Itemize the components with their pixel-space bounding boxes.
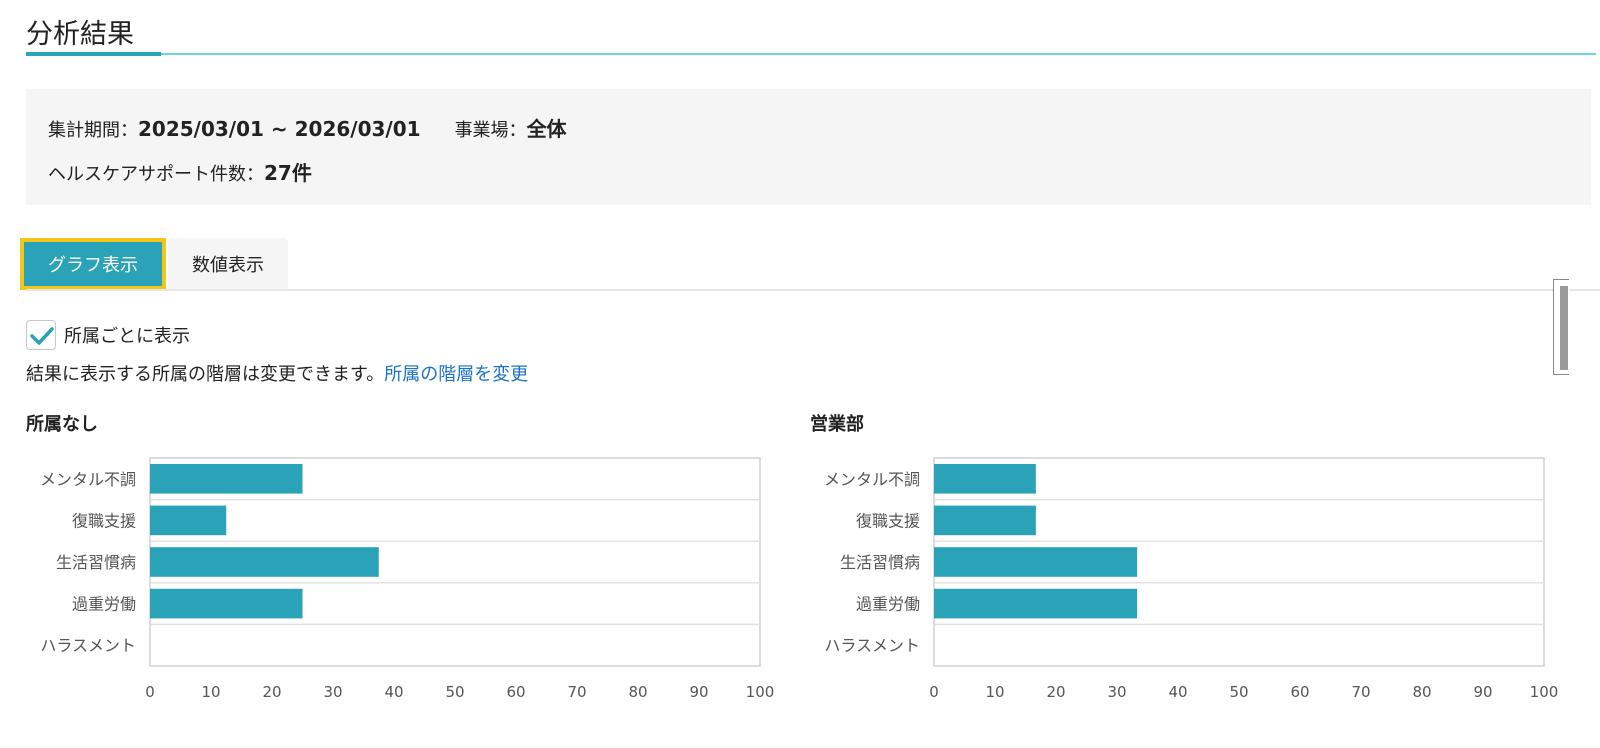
x-tick-label: 70 (567, 683, 586, 701)
x-tick-label: 90 (689, 683, 708, 701)
site-value: 全体 (526, 117, 567, 141)
side-scroll-handle[interactable] (1553, 279, 1569, 375)
summary-period-row: 集計期間：2025/03/01 ~ 2026/03/01 事業場：全体 (48, 113, 567, 142)
x-tick-label: 30 (1107, 683, 1126, 701)
category-label: 過重労働 (856, 595, 920, 614)
category-label: 生活習慣病 (56, 553, 136, 572)
bar-3[interactable] (150, 588, 303, 619)
x-tick-label: 90 (1473, 683, 1492, 701)
bar-0[interactable] (150, 464, 303, 494)
category-label: 生活習慣病 (840, 553, 920, 572)
group-by-dept-checkbox[interactable] (26, 320, 56, 350)
x-tick-label: 100 (746, 683, 775, 701)
x-tick-label: 100 (1530, 683, 1559, 701)
x-tick-label: 40 (1168, 683, 1187, 701)
x-tick-label: 50 (1229, 683, 1248, 701)
bar-0[interactable] (934, 464, 1036, 494)
category-label: 過重労働 (72, 595, 136, 614)
tab-numeric-view[interactable]: 数値表示 (168, 238, 288, 290)
bar-1[interactable] (150, 505, 227, 536)
count-label: ヘルスケアサポート件数： (48, 164, 264, 185)
x-tick-label: 30 (323, 683, 342, 701)
x-tick-label: 10 (201, 683, 220, 701)
period-label: 集計期間： (48, 120, 138, 141)
x-tick-label: 20 (1046, 683, 1065, 701)
tabs-divider (26, 289, 1600, 291)
chart-title-no-dept: 所属なし (26, 414, 98, 435)
x-tick-label: 80 (1412, 683, 1431, 701)
x-tick-label: 70 (1351, 683, 1370, 701)
title-underline (26, 53, 1596, 55)
summary-panel: 集計期間：2025/03/01 ~ 2026/03/01 事業場：全体 ヘルスケア… (26, 89, 1591, 205)
hierarchy-help-text: 結果に表示する所属の階層は変更できます。所属の階層を変更 (26, 360, 528, 386)
group-by-dept-label: 所属ごとに表示 (64, 326, 190, 347)
checkmark-icon (30, 327, 54, 345)
x-tick-label: 10 (985, 683, 1004, 701)
group-by-dept-option: 所属ごとに表示 (26, 320, 190, 350)
tab-graph-view[interactable]: グラフ表示 (20, 238, 166, 290)
x-tick-label: 20 (262, 683, 281, 701)
category-label: 復職支援 (72, 511, 136, 530)
category-label: メンタル不調 (40, 470, 136, 489)
bar-3[interactable] (934, 588, 1138, 619)
count-value: 27件 (264, 161, 312, 185)
x-tick-label: 40 (384, 683, 403, 701)
x-tick-label: 80 (628, 683, 647, 701)
x-tick-label: 60 (506, 683, 525, 701)
category-label: 復職支援 (856, 511, 920, 530)
chart-no-dept: メンタル不調復職支援生活習慣病過重労働ハラスメント 0 10 20 30 40 50 60 70… (40, 457, 775, 701)
bar-1[interactable] (934, 505, 1036, 536)
site-label: 事業場： (454, 120, 527, 141)
change-hierarchy-link[interactable]: 所属の階層を変更 (384, 364, 528, 385)
chart-sales-dept: メンタル不調復職支援生活習慣病過重労働ハラスメント 0 10 20 30 40 50 60 70… (824, 457, 1559, 701)
hierarchy-help-message: 結果に表示する所属の階層は変更できます。 (26, 364, 385, 385)
period-value: 2025/03/01 ~ 2026/03/01 (138, 117, 421, 141)
category-label: メンタル不調 (824, 470, 920, 489)
bar-2[interactable] (150, 547, 379, 577)
category-label: ハラスメント (824, 636, 920, 655)
x-tick-label: 0 (145, 683, 155, 701)
x-tick-label: 60 (1290, 683, 1309, 701)
bar-2[interactable] (934, 547, 1138, 577)
category-label: ハラスメント (40, 636, 136, 655)
x-tick-label: 0 (929, 683, 939, 701)
chart-title-sales-dept: 営業部 (810, 414, 864, 435)
summary-count-row: ヘルスケアサポート件数：27件 (48, 157, 312, 186)
x-tick-label: 50 (445, 683, 464, 701)
title-underline-accent (26, 52, 161, 56)
page-title: 分析結果 (26, 19, 134, 50)
